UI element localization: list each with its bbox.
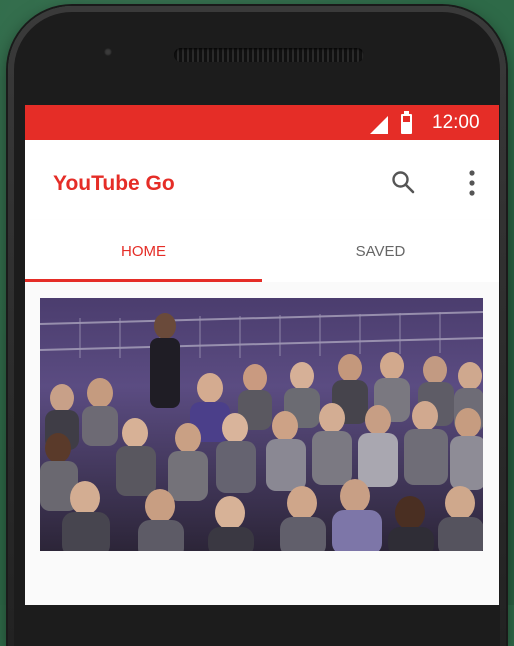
tab-home[interactable]: HOME — [25, 220, 262, 282]
signal-icon — [370, 116, 388, 134]
phone-screen: 12:00 YouTube Go HOME SAVED — [25, 105, 499, 605]
status-time: 12:00 — [432, 112, 480, 133]
app-title: YouTube Go — [53, 172, 175, 195]
search-icon[interactable] — [391, 170, 415, 194]
feed — [25, 282, 499, 605]
status-bar: 12:00 — [25, 105, 499, 140]
app-bar: YouTube Go — [25, 140, 499, 220]
tab-bar: HOME SAVED — [25, 220, 499, 282]
tab-saved[interactable]: SAVED — [262, 220, 499, 282]
earpiece-speaker — [174, 48, 364, 62]
video-thumbnail[interactable] — [40, 298, 483, 551]
battery-icon — [401, 111, 412, 134]
more-vert-icon[interactable] — [467, 170, 477, 196]
front-camera — [104, 48, 112, 56]
crowd-photo — [40, 298, 483, 551]
